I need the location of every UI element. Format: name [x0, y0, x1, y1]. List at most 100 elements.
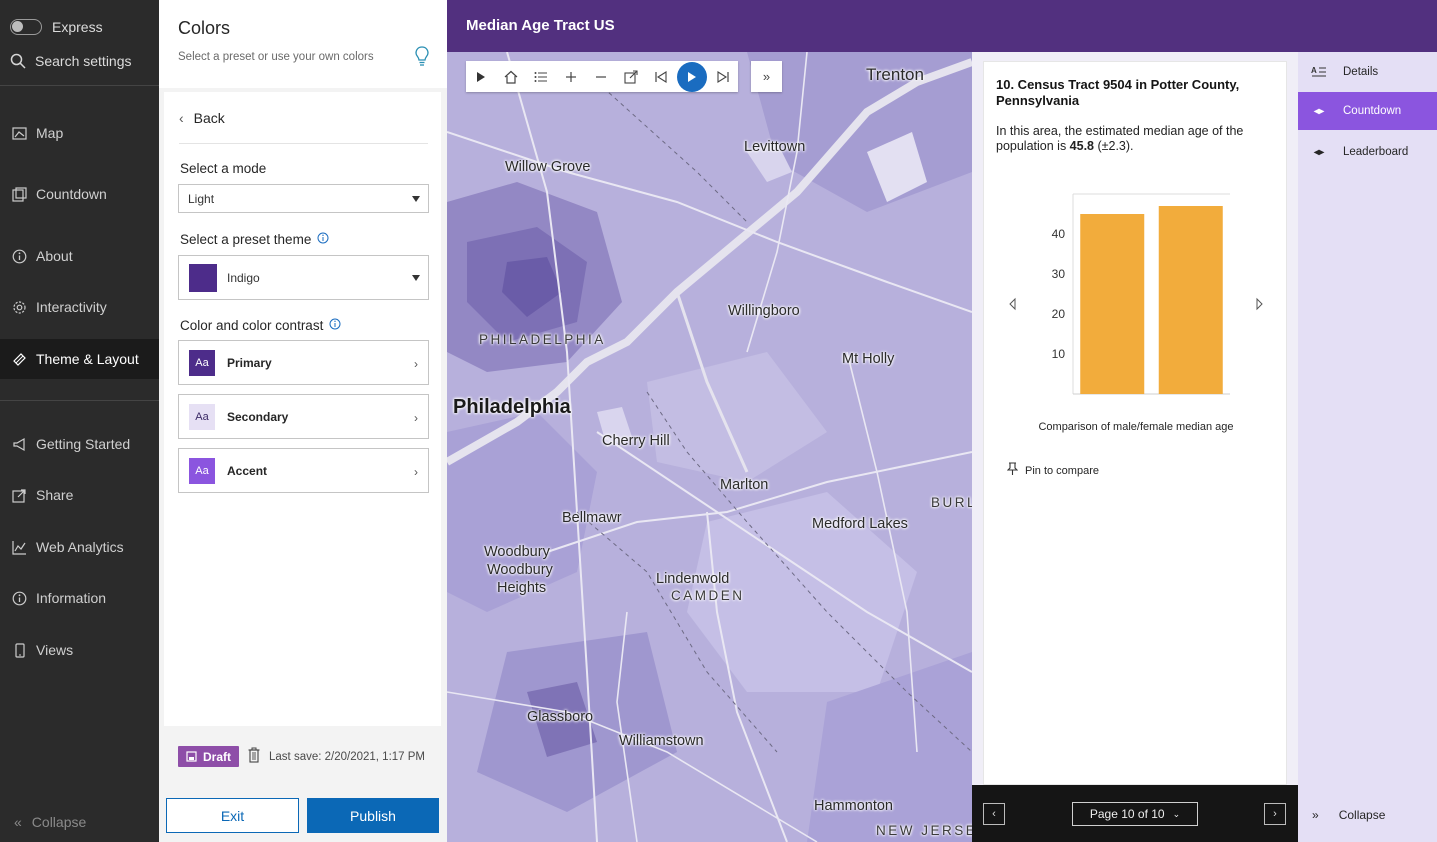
- autoplay-button[interactable]: [676, 61, 708, 92]
- publish-button[interactable]: Publish: [307, 798, 439, 833]
- description-margin: (±2.3).: [1094, 139, 1134, 153]
- info-icon: [11, 590, 27, 606]
- double-chevron-left-icon: «: [14, 814, 22, 830]
- map-label: Woodbury: [484, 544, 550, 560]
- tab-label: Details: [1343, 66, 1379, 78]
- sidebar-item-map[interactable]: Map: [0, 113, 159, 153]
- sidebar-item-label: Interactivity: [36, 299, 107, 315]
- theme-label: Select a preset theme: [180, 232, 312, 247]
- share-icon: [11, 487, 27, 503]
- play-icon[interactable]: [466, 61, 496, 92]
- page-select[interactable]: Page 10 of 10 ⌄: [1072, 802, 1198, 826]
- search-icon: [10, 53, 26, 69]
- trash-icon[interactable]: [248, 747, 260, 766]
- median-age-chart: 10 20 30 40: [1009, 193, 1263, 395]
- zoom-in-icon[interactable]: [556, 61, 586, 92]
- tab-countdown[interactable]: ◂▸ Countdown: [1298, 92, 1437, 130]
- pagination-bar: ‹ Page 10 of 10 ⌄ ›: [972, 785, 1298, 842]
- chevron-right-icon: ›: [1273, 808, 1277, 820]
- map-label: Heights: [497, 580, 547, 596]
- pushpin-icon: [1006, 462, 1019, 479]
- tab-details[interactable]: A Details: [1298, 53, 1437, 91]
- chevron-down-icon: ⌄: [1172, 808, 1181, 819]
- expand-toolbar-button[interactable]: »: [751, 61, 782, 92]
- double-chevron-right-icon: »: [1312, 808, 1319, 822]
- back-button[interactable]: ‹ Back: [179, 92, 428, 144]
- color-row-accent[interactable]: Aa Accent ›: [178, 448, 429, 493]
- exit-button[interactable]: Exit: [166, 798, 299, 833]
- open-external-icon[interactable]: [616, 61, 646, 92]
- sidebar-item-interactivity[interactable]: Interactivity: [0, 287, 159, 327]
- map-view[interactable]: » Trenton Willow Grove Levittown Willing…: [447, 52, 972, 842]
- tab-label: Leaderboard: [1343, 146, 1409, 158]
- chevron-left-icon: ‹: [179, 109, 184, 126]
- prev-page-button[interactable]: ‹: [983, 803, 1005, 825]
- chart-next-icon: [1256, 297, 1263, 311]
- theme-value: Indigo: [227, 270, 260, 285]
- sidebar-item-theme-layout[interactable]: Theme & Layout: [0, 339, 159, 379]
- info-icon: [11, 248, 27, 264]
- sidebar-item-web-analytics[interactable]: Web Analytics: [0, 527, 159, 567]
- sidebar-item-views[interactable]: Views: [0, 630, 159, 670]
- palette-icon: [11, 351, 27, 367]
- color-row-secondary[interactable]: Aa Secondary ›: [178, 394, 429, 439]
- map-label: Willingboro: [728, 303, 800, 319]
- side-tabs: A Details ◂▸ Countdown ◂▸ Leaderboard » …: [1298, 52, 1437, 842]
- sidebar-item-share[interactable]: Share: [0, 475, 159, 515]
- last-save-text: Last save: 2/20/2021, 1:17 PM: [269, 750, 426, 763]
- sidebar-collapse-button[interactable]: « Collapse: [14, 814, 86, 830]
- sidebar-divider: [0, 85, 159, 86]
- save-status: Draft Last save: 2/20/2021, 1:17 PM: [178, 746, 425, 767]
- median-age-value: 45.8: [1069, 139, 1095, 153]
- mode-select[interactable]: Light: [178, 184, 429, 213]
- chart-bar: [1158, 206, 1223, 394]
- map-label: Marlton: [720, 477, 769, 493]
- express-toggle-row[interactable]: Express: [10, 10, 149, 44]
- gear-icon: [11, 299, 27, 315]
- countdown-title: 10. Census Tract 9504 in Potter County, …: [996, 77, 1240, 108]
- collapse-label: Collapse: [1338, 808, 1386, 822]
- legend-list-icon[interactable]: [526, 61, 556, 92]
- info-icon[interactable]: [329, 318, 341, 333]
- tabs-collapse-button[interactable]: » Collapse: [1312, 808, 1385, 822]
- map-label: Hammonton: [814, 798, 893, 814]
- sidebar-item-countdown[interactable]: Countdown: [0, 174, 159, 214]
- express-toggle[interactable]: [10, 19, 42, 35]
- map-icon: [11, 125, 27, 141]
- search-settings[interactable]: Search settings: [10, 44, 149, 78]
- home-icon[interactable]: [496, 61, 526, 92]
- phone-icon: [11, 642, 27, 658]
- map-label: BURL: [931, 495, 972, 510]
- sidebar-item-label: Countdown: [36, 186, 107, 202]
- tab-leaderboard[interactable]: ◂▸ Leaderboard: [1298, 133, 1437, 171]
- sidebar-item-information[interactable]: Information: [0, 578, 159, 618]
- contrast-label: Color and color contrast: [180, 318, 324, 333]
- pin-to-compare-button[interactable]: Pin to compare: [1006, 462, 1099, 479]
- lightbulb-icon[interactable]: [415, 46, 429, 73]
- sidebar-item-getting-started[interactable]: Getting Started: [0, 424, 159, 464]
- y-tick-label: 30: [1052, 267, 1066, 281]
- pin-label: Pin to compare: [1025, 464, 1099, 477]
- color-row-primary[interactable]: Aa Primary ›: [178, 340, 429, 385]
- color-badge: Aa: [189, 457, 215, 484]
- info-icon[interactable]: [317, 232, 329, 247]
- map-label: Trenton: [866, 65, 924, 84]
- map-label: Medford Lakes: [812, 516, 908, 532]
- theme-select[interactable]: Indigo: [178, 255, 429, 300]
- map-label: Mt Holly: [842, 351, 895, 367]
- step-back-icon[interactable]: [646, 61, 676, 92]
- map-label: Woodbury: [487, 562, 553, 578]
- back-label: Back: [193, 109, 225, 126]
- zoom-out-icon[interactable]: [586, 61, 616, 92]
- colors-card: ‹ Back Select a mode Light Select a pres…: [164, 92, 441, 726]
- chart-icon: [11, 539, 27, 555]
- next-page-button[interactable]: ›: [1264, 803, 1286, 825]
- page-label: Page 10 of 10: [1089, 807, 1165, 821]
- step-forward-icon[interactable]: [708, 61, 738, 92]
- map-label: NEW JERSE: [876, 823, 972, 838]
- arrows-icon: ◂▸: [1313, 105, 1325, 117]
- chart-prev-icon: [1009, 297, 1016, 311]
- sidebar-item-label: Map: [36, 125, 64, 141]
- sidebar-item-about[interactable]: About: [0, 236, 159, 276]
- map-toolbar: [466, 61, 738, 92]
